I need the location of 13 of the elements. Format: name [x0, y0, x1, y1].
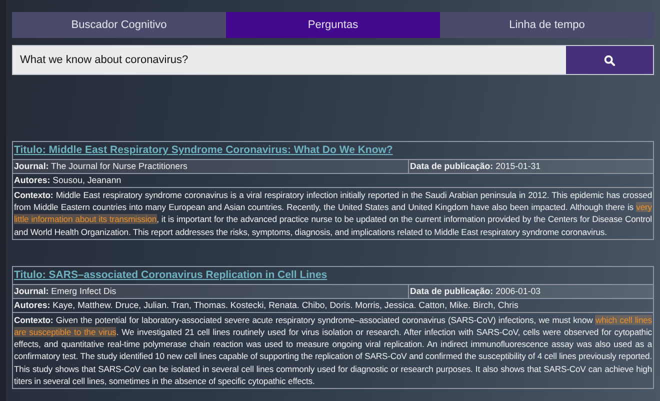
publication-date-text: Data de publicação: 2006-01-03 [408, 284, 653, 298]
result-title-link[interactable]: Titulo: SARS–associated Coronavirus Replication in Cell Lines [14, 268, 328, 281]
publication-date-text: Data de publicação: 2015-01-31 [408, 160, 653, 173]
context-paragraph: Contexto: Middle East respiratory syndrome coronavirus is a viral respiratory infection initially reported in the Saudi Arabian peninsula in 2012. This epidemic has crossed from Middle Eastern countries into many European and Asian countries. Recently, the United States and United Kingdom have also been impacted. Although there is very little information about its transmission, it is important for the advanced practice nurse to be updated on the current information provided by the Centers for Disease Control and World Health Organization. This report addresses the risks, symptoms, diagnosis, and implications related to Middle East respiratory syndrome coronavirus. [13, 189, 653, 239]
result-title-link[interactable]: Titulo: Middle East Respiratory Syndrome Coronavirus: What Do We Know? [14, 144, 393, 156]
authors-text: Autores: Kaye, Matthew. Druce, Julian. Tran, Thomas. Kostecki, Renata. Chibo, Doris. Morris, Jessica. Catton, Mike. Birch, Chris [13, 298, 520, 312]
nav-tab[interactable]: Buscador Cognitivo [12, 12, 226, 38]
journal-text: Journal: The Journal for Nurse Practitioners [13, 160, 188, 173]
nav-tab[interactable]: Perguntas [226, 12, 440, 38]
authors-text: Autores: Sousou, Jeanann [13, 174, 122, 187]
journal-text: Journal: Emerg Infect Dis [13, 284, 118, 298]
context-paragraph: Contexto: Given the potential for laboratory-associated severe acute respiratory syndrome–associated coronavirus (SARS-CoV) infections, we must know which cell lines are susceptible to the virus. We investigated 21 cell lines routinely used for virus isolation or research. After infection with SARS-CoV, cells were observed for cytopathic effects, and quantitative real-time polymerase chain reaction was used to measure ongoing viral replication. An indirect immunofluorescence assay was also used as a confirmatory test. The study identified 10 new cell lines capable of supporting the replication of SARS-CoV and confirmed the susceptibility of 4 cell lines previously reported. This study shows that SARS-CoV can be isolated in several cell lines commonly used for diagnostic or research purposes. It also shows that SARS-CoV can achieve high titers in several cell lines, sometimes in the absence of specific cytopathic effects. [13, 314, 653, 388]
nav-tab[interactable]: Linha de tempo [440, 12, 654, 38]
